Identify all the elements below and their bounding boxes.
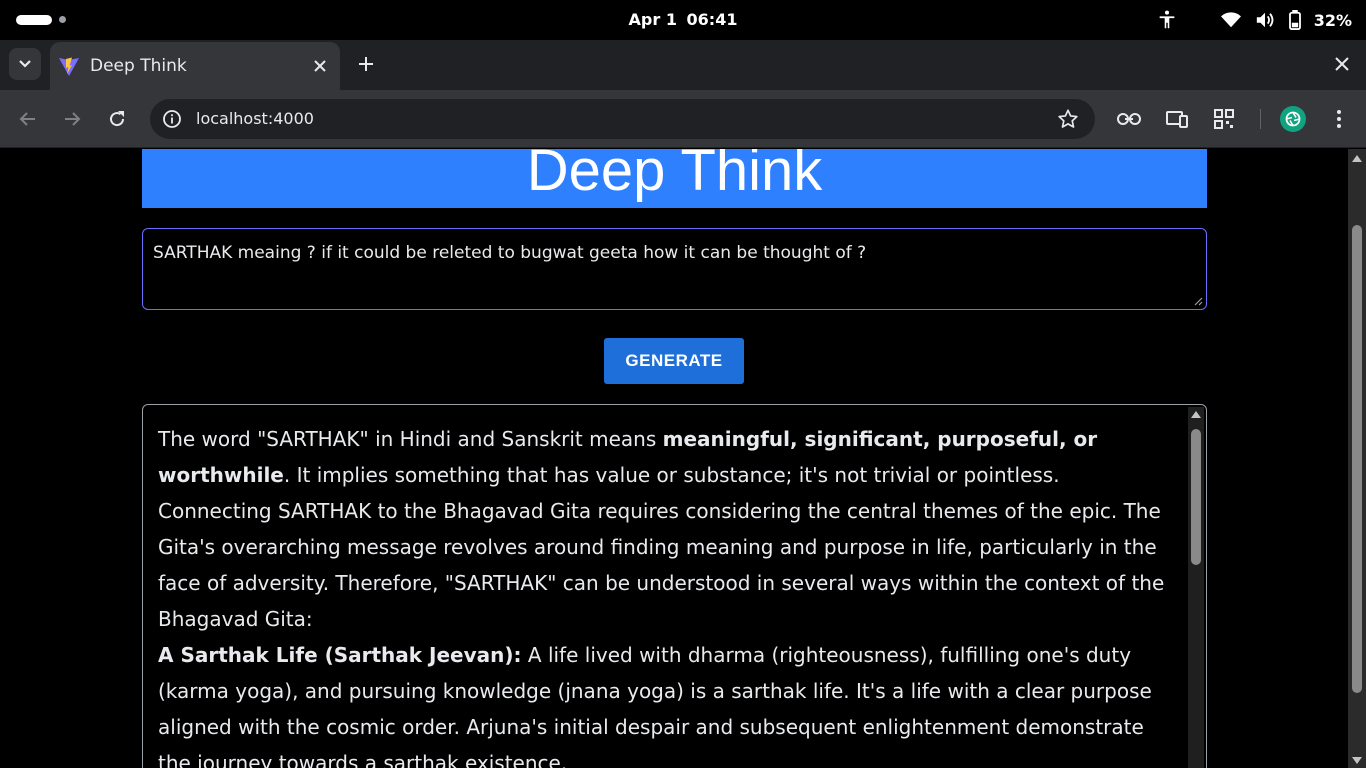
response-scrollbar[interactable] bbox=[1188, 407, 1204, 768]
tab-deep-think[interactable]: Deep Think bbox=[50, 42, 340, 90]
resize-handle-icon[interactable] bbox=[1193, 296, 1203, 306]
prompt-text: SARTHAK meaing ? if it could be releted … bbox=[153, 243, 867, 263]
response-scroll-thumb[interactable] bbox=[1191, 429, 1201, 565]
scroll-up-icon[interactable] bbox=[1352, 155, 1362, 162]
scroll-up-icon[interactable] bbox=[1191, 411, 1201, 418]
arrow-right-icon bbox=[65, 112, 81, 126]
reload-button[interactable] bbox=[103, 105, 131, 133]
close-icon bbox=[314, 60, 326, 72]
battery-percentage: 32% bbox=[1313, 10, 1352, 30]
info-icon bbox=[163, 110, 181, 128]
header-banner: Deep Think bbox=[142, 149, 1207, 208]
browser-toolbar: localhost:4000 bbox=[0, 90, 1366, 148]
new-tab-button[interactable] bbox=[352, 50, 380, 78]
cast-devices-button[interactable] bbox=[1163, 105, 1191, 133]
close-icon bbox=[1335, 57, 1349, 71]
vite-favicon-icon bbox=[59, 57, 79, 76]
link-icon bbox=[1117, 113, 1141, 125]
chevron-down-icon bbox=[19, 60, 31, 68]
chatgpt-icon bbox=[1280, 106, 1306, 132]
accessibility-icon bbox=[1159, 10, 1175, 29]
browser-menu-button[interactable] bbox=[1325, 105, 1353, 133]
address-bar[interactable]: localhost:4000 bbox=[150, 99, 1095, 139]
page-title: Deep Think bbox=[526, 149, 823, 203]
toolbar-divider bbox=[1260, 109, 1261, 129]
response-output[interactable]: The word "SARTHAK" in Hindi and Sanskrit… bbox=[142, 404, 1207, 768]
chatgpt-extension-button[interactable] bbox=[1279, 105, 1307, 133]
response-paragraph: The word "SARTHAK" in Hindi and Sanskrit… bbox=[158, 421, 1178, 493]
wifi-icon bbox=[1220, 12, 1241, 28]
response-text-span: . It implies something that has value or… bbox=[283, 463, 1060, 487]
clock-time: 06:41 bbox=[686, 10, 738, 29]
page-scrollbar[interactable] bbox=[1348, 149, 1366, 768]
share-link-button[interactable] bbox=[1115, 105, 1143, 133]
prompt-textarea[interactable]: SARTHAK meaing ? if it could be releted … bbox=[142, 228, 1207, 310]
generate-button[interactable]: GENERATE bbox=[604, 338, 744, 384]
tab-strip: Deep Think bbox=[0, 40, 1366, 90]
reload-icon bbox=[110, 111, 125, 127]
tab-title: Deep Think bbox=[90, 56, 187, 76]
response-text: The word "SARTHAK" in Hindi and Sanskrit… bbox=[158, 421, 1178, 768]
response-text-span: The word "SARTHAK" in Hindi and Sanskrit… bbox=[158, 427, 663, 451]
response-paragraph: A Sarthak Life (Sarthak Jeevan): A life … bbox=[158, 637, 1178, 768]
tab-close-button[interactable] bbox=[310, 56, 330, 76]
scroll-down-icon[interactable] bbox=[1352, 757, 1362, 764]
more-vertical-icon bbox=[1337, 110, 1341, 128]
battery-icon bbox=[1288, 10, 1301, 30]
system-status-bar: Apr 1 06:41 32% bbox=[0, 0, 1366, 40]
plus-icon bbox=[359, 57, 373, 71]
site-info-button[interactable] bbox=[160, 107, 184, 131]
back-button[interactable] bbox=[14, 105, 42, 133]
response-bold-text: A Sarthak Life (Sarthak Jeevan): bbox=[158, 643, 522, 667]
qr-code-icon bbox=[1214, 109, 1234, 129]
devices-icon bbox=[1166, 111, 1188, 128]
page-scroll-thumb[interactable] bbox=[1352, 225, 1362, 693]
clock-date: Apr 1 bbox=[628, 10, 677, 29]
page-viewport: Deep Think SARTHAK meaing ? if it could … bbox=[0, 149, 1366, 768]
tab-search-button[interactable] bbox=[9, 48, 41, 80]
window-close-button[interactable] bbox=[1328, 50, 1356, 78]
arrow-left-icon bbox=[19, 112, 35, 126]
bookmark-star-icon[interactable] bbox=[1057, 108, 1079, 130]
url-text[interactable]: localhost:4000 bbox=[196, 109, 314, 128]
forward-button[interactable] bbox=[58, 105, 86, 133]
qr-code-button[interactable] bbox=[1210, 105, 1238, 133]
response-paragraph: Connecting SARTHAK to the Bhagavad Gita … bbox=[158, 499, 1165, 631]
volume-icon bbox=[1256, 12, 1274, 28]
system-tray[interactable]: 32% bbox=[1156, 8, 1352, 32]
